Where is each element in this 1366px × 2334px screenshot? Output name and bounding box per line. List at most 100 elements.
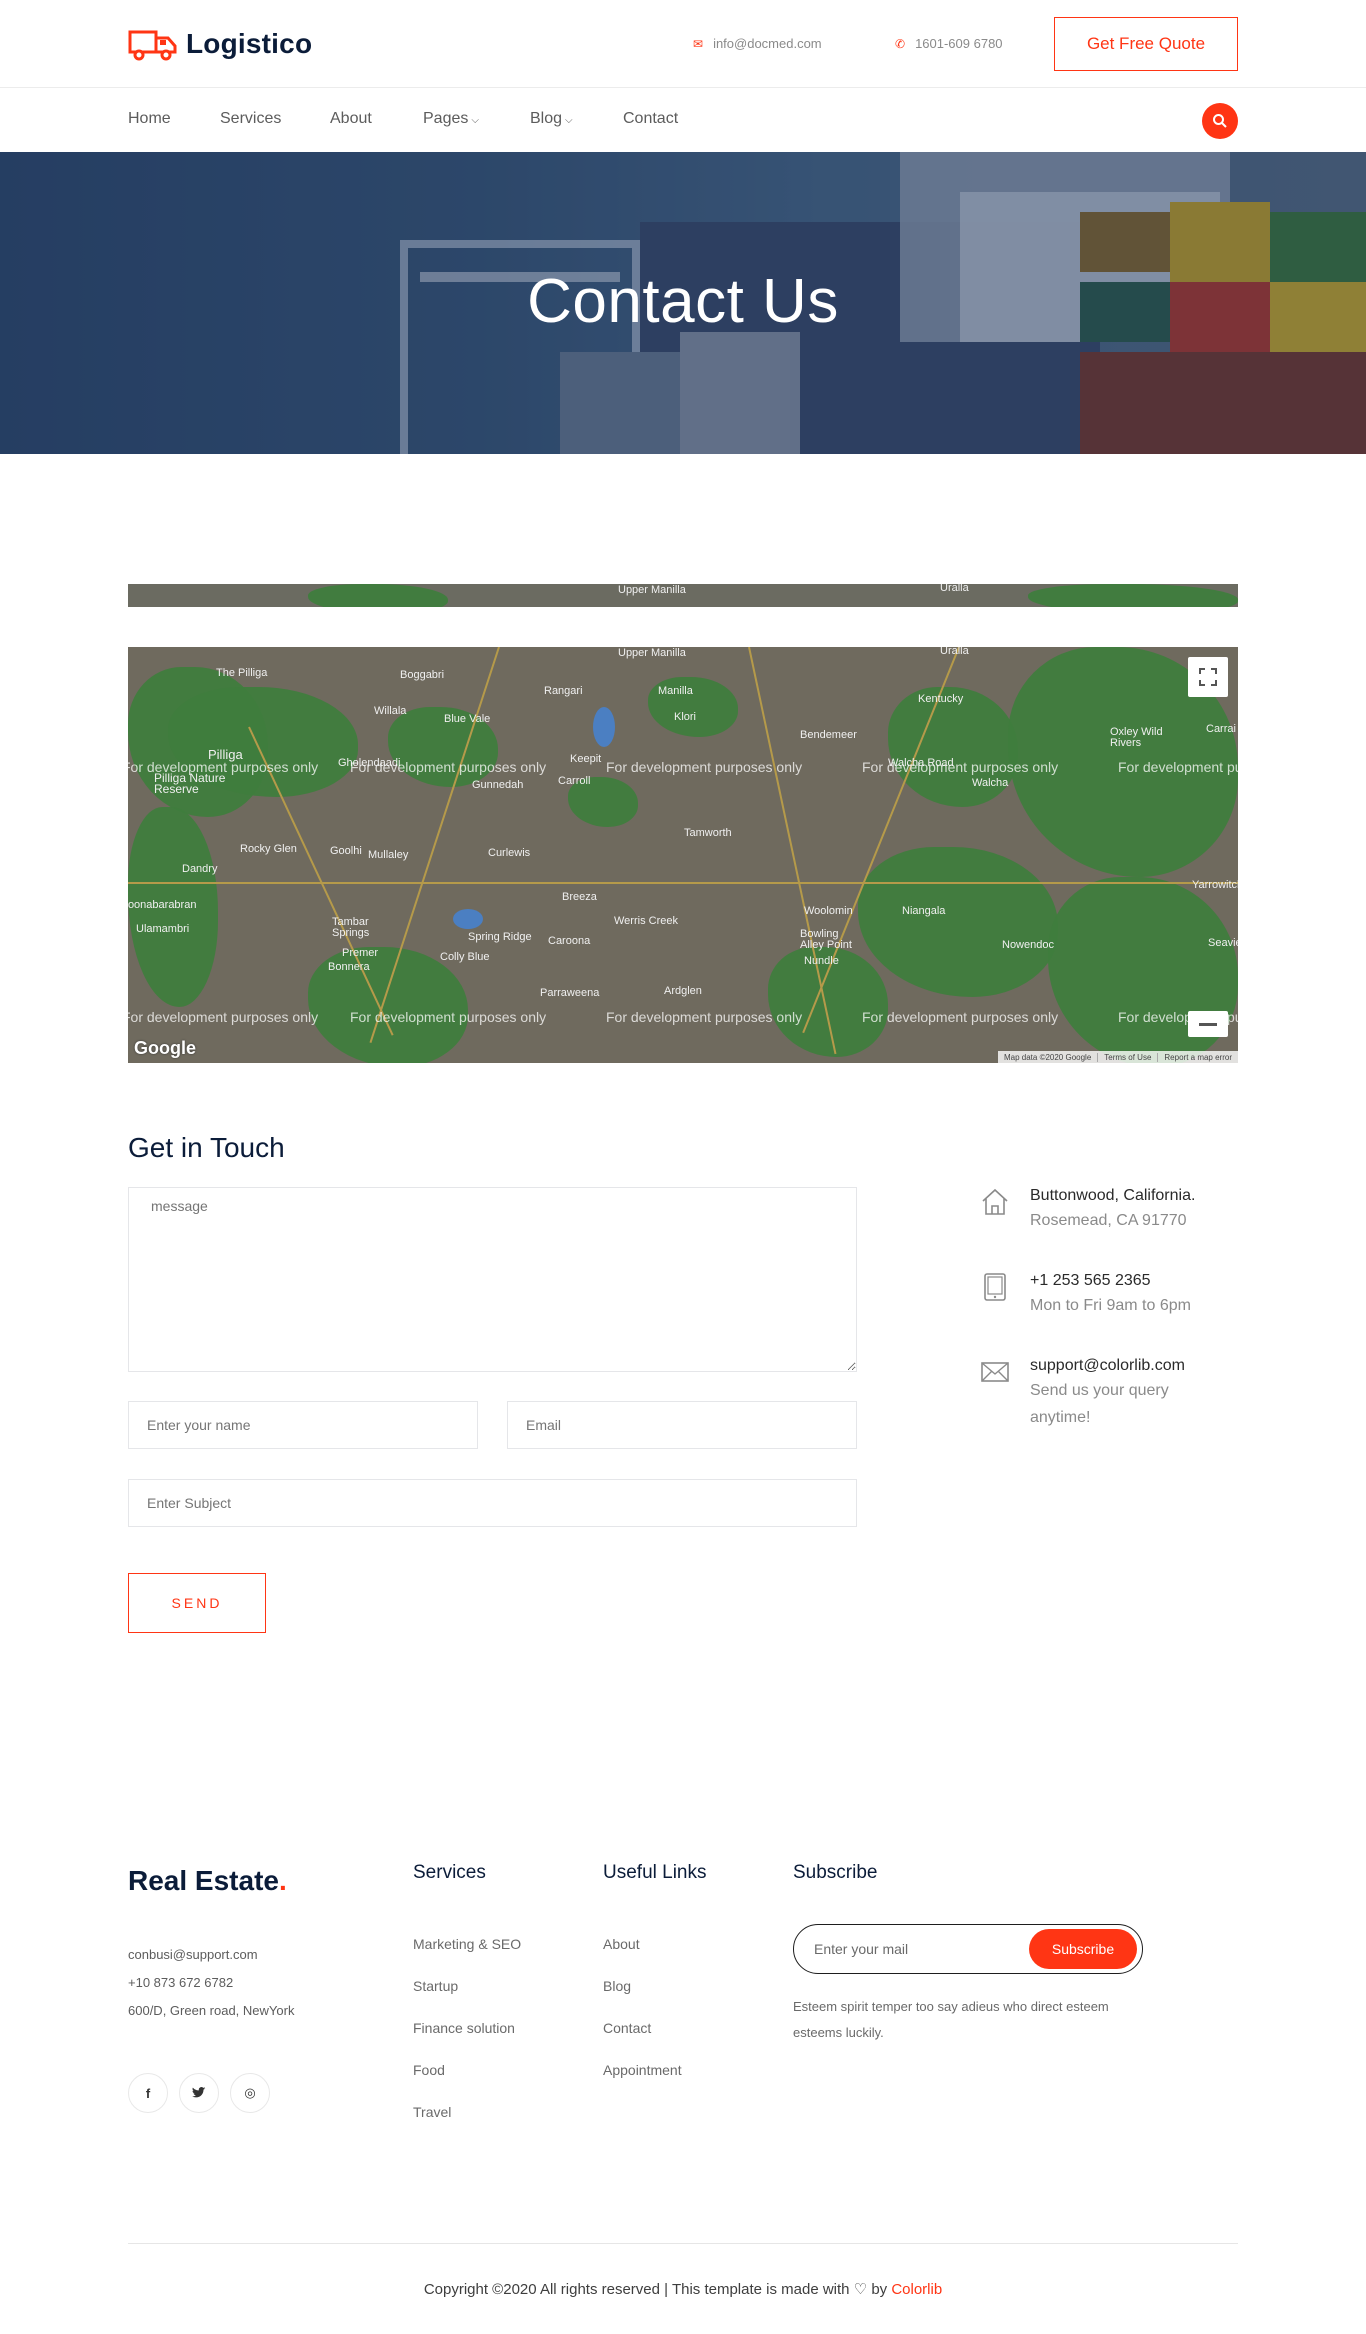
nav-item-label: Services xyxy=(220,110,282,127)
contact-info-title: support@colorlib.com xyxy=(1030,1357,1185,1374)
footer-email[interactable]: conbusi@support.com xyxy=(128,1947,258,1962)
subscribe-button[interactable]: Subscribe xyxy=(1029,1929,1137,1969)
contact-info-title: +1 253 565 2365 xyxy=(1030,1272,1151,1289)
social-facebook-button[interactable]: f xyxy=(128,2073,168,2113)
footer-useful-link[interactable]: Contact xyxy=(603,2020,651,2036)
tablet-icon xyxy=(984,1273,1006,1301)
page-title: Contact Us xyxy=(527,267,839,336)
footer-services-title: Services xyxy=(413,1862,486,1883)
social-instagram-button[interactable]: ◎ xyxy=(230,2073,270,2113)
google-logo: Google xyxy=(134,1038,196,1058)
map-place-label: Caroona xyxy=(548,935,591,947)
subject-input[interactable] xyxy=(128,1479,857,1527)
map-dev-notice: For development purposes only xyxy=(350,759,547,775)
nav-item-label: About xyxy=(330,110,372,127)
map-lake xyxy=(593,707,615,747)
footer-service-link[interactable]: Travel xyxy=(413,2104,451,2120)
colorlib-link[interactable]: Colorlib xyxy=(891,2281,942,2298)
map-dev-notice: For development purposes only xyxy=(862,1009,1059,1025)
map-place-label: Mullaley xyxy=(368,849,409,861)
map-place-label: Upper Manilla xyxy=(618,584,686,596)
social-twitter-button[interactable] xyxy=(179,2073,219,2113)
map-report-link[interactable]: Report a map error xyxy=(1157,1052,1238,1062)
nav-item-services[interactable]: Services xyxy=(220,110,281,128)
map-place-label: Seaview xyxy=(1208,937,1238,949)
footer-service-link[interactable]: Startup xyxy=(413,1978,458,1994)
footer-divider xyxy=(128,2243,1238,2244)
facebook-icon: f xyxy=(145,2085,151,2101)
map-place-label: Willala xyxy=(374,705,407,717)
search-button[interactable] xyxy=(1202,103,1238,139)
map-place-label: Blue Vale xyxy=(444,713,491,725)
map-terms-link[interactable]: Terms of Use xyxy=(1097,1052,1157,1062)
nav-item-home[interactable]: Home xyxy=(128,110,171,128)
map-forest xyxy=(308,584,448,607)
footer-useful-link[interactable]: Appointment xyxy=(603,2062,682,2078)
email-input[interactable] xyxy=(507,1401,857,1449)
logo[interactable]: Logistico xyxy=(128,26,312,62)
nav-item-pages[interactable]: Pages ⌵ xyxy=(423,110,479,128)
map-place-label: Ulamambri xyxy=(136,923,190,935)
nav-item-label: Pages xyxy=(423,110,469,127)
logo-text: Logistico xyxy=(186,28,313,59)
nav-item-about[interactable]: About xyxy=(330,110,372,128)
map-road xyxy=(128,882,1238,884)
map-place-label: Ardglen xyxy=(664,985,702,997)
subscribe-email-input[interactable]: Enter your mail xyxy=(814,1941,908,1957)
map-place-label: The Pilliga xyxy=(216,667,268,679)
footer-address: 600/D, Green road, NewYork xyxy=(128,2003,295,2018)
map-place-label: Carrai xyxy=(1206,723,1236,735)
map-forest xyxy=(1028,584,1238,607)
main-nav: Home Services About Pages ⌵ Blog ⌵ Contact xyxy=(0,88,1366,152)
map-place-label: Oxley Wild Rivers xyxy=(1110,726,1163,749)
header-email[interactable]: ✉ info@docmed.com xyxy=(693,36,822,51)
map-place-label: Uralla xyxy=(940,584,969,594)
footer-service-link[interactable]: Marketing & SEO xyxy=(413,1936,521,1952)
message-textarea[interactable] xyxy=(128,1187,857,1372)
nav-item-label: Blog xyxy=(530,110,563,127)
google-map[interactable]: Upper Manilla Uralla The Pilliga Boggabr… xyxy=(128,647,1238,1063)
map-place-label: Colly Blue xyxy=(440,951,490,963)
footer-links-title: Useful Links xyxy=(603,1862,707,1883)
map-place-label: Niangala xyxy=(902,905,946,917)
footer-useful-link[interactable]: About xyxy=(603,1936,640,1952)
footer-useful-link[interactable]: Blog xyxy=(603,1978,631,1994)
contact-info-title: Buttonwood, California. xyxy=(1030,1187,1196,1204)
copyright-text: Copyright ©2020 All rights reserved | Th… xyxy=(423,2281,850,2298)
phone-icon: ✆ xyxy=(895,36,906,51)
map-place-label: Rangari xyxy=(544,685,583,697)
map-place-label: Bowling Alley Point xyxy=(800,928,852,951)
map-place-label: Parraweena xyxy=(540,987,600,999)
map-zoom-out-button[interactable] xyxy=(1188,1011,1228,1037)
get-free-quote-button[interactable]: Get Free Quote xyxy=(1054,17,1238,71)
map-place-label: Rocky Glen xyxy=(240,843,297,855)
envelope-icon: ✉ xyxy=(693,36,704,51)
map-place-label: Bendemeer xyxy=(800,729,857,741)
map-place-label: Yarrowitch xyxy=(1192,879,1238,891)
map-place-label: Spring Ridge xyxy=(468,931,532,943)
map-attribution: Map data ©2020 Google Terms of Use Repor… xyxy=(997,1051,1238,1063)
footer-service-link[interactable]: Finance solution xyxy=(413,2020,515,2036)
map-dev-notice: For development purposes only xyxy=(606,759,803,775)
map-place-label: Pilliga Nature Reserve xyxy=(154,771,226,796)
map-place-label: Manilla xyxy=(658,685,693,697)
home-icon xyxy=(982,1188,1008,1215)
footer-service-link[interactable]: Food xyxy=(413,2062,445,2078)
nav-item-contact[interactable]: Contact xyxy=(623,110,678,128)
name-input[interactable] xyxy=(128,1401,478,1449)
footer-subscribe-title: Subscribe xyxy=(793,1862,878,1883)
nav-item-blog[interactable]: Blog ⌵ xyxy=(530,110,573,128)
map-place-label: Nundle xyxy=(804,955,839,967)
copyright-by: by xyxy=(871,2281,888,2298)
map-place-label: Coonabarabran xyxy=(128,899,197,911)
map-dev-notice: For development purposes only xyxy=(128,759,319,775)
contact-info-phone: +1 253 565 2365 Mon to Fri 9am to 6pm xyxy=(980,1270,1240,1319)
twitter-icon xyxy=(192,2087,206,2098)
map-fullscreen-button[interactable] xyxy=(1188,657,1228,697)
contact-info-address: Buttonwood, California. Rosemead, CA 917… xyxy=(980,1185,1240,1234)
header-phone[interactable]: ✆ 1601-609 6780 xyxy=(895,36,1003,51)
minus-icon xyxy=(1199,1022,1217,1026)
map-dev-notice: For development purposes only xyxy=(862,759,1059,775)
chevron-down-icon: ⌵ xyxy=(471,115,479,126)
send-button[interactable]: SEND xyxy=(128,1573,266,1633)
